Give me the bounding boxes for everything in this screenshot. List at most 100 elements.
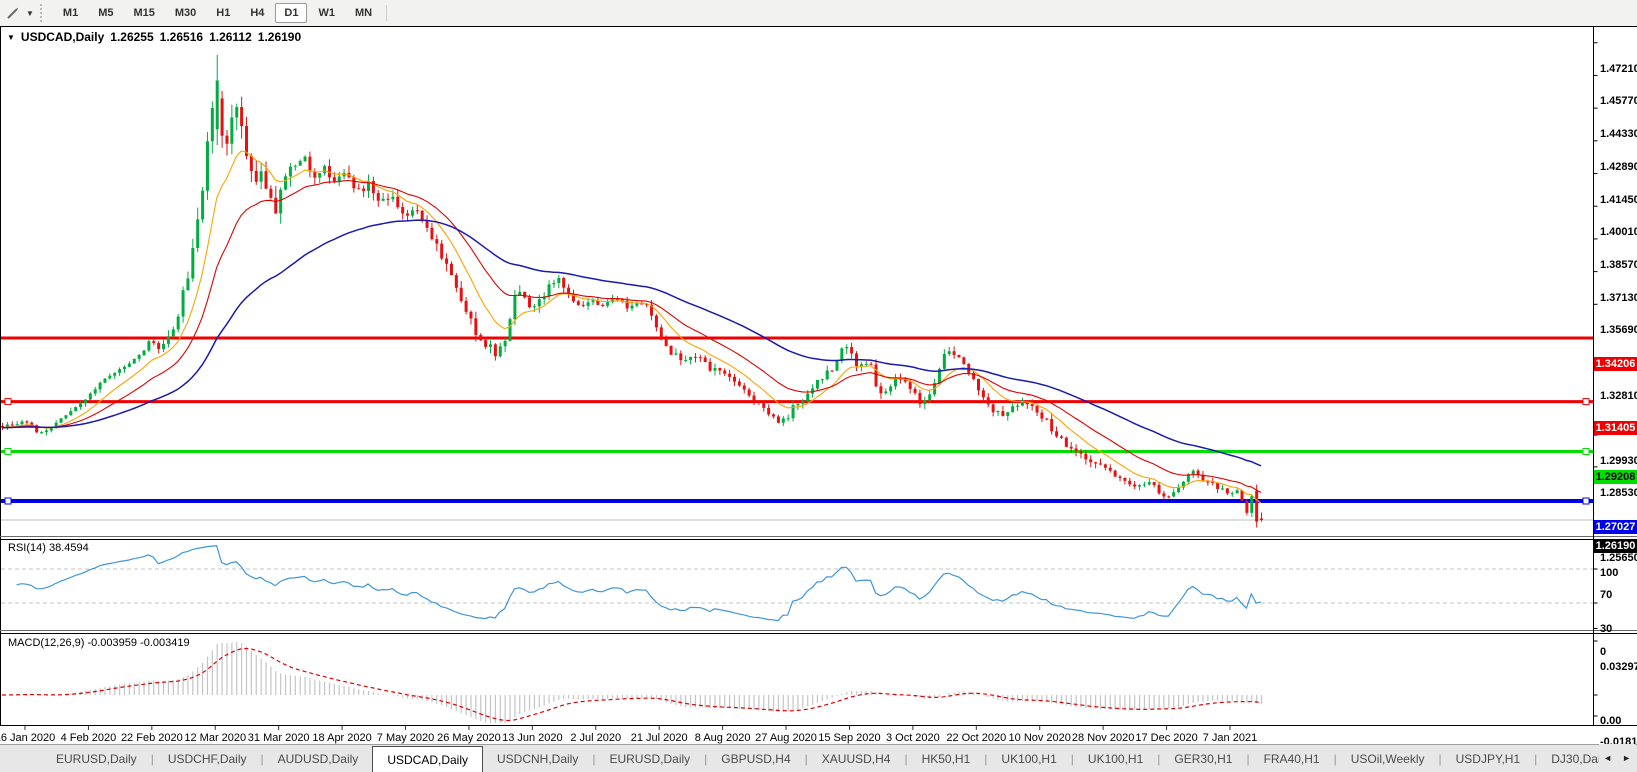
chart-tab-XAUUSD-H4[interactable]: XAUUSD,H4 [808,745,905,772]
line-handle[interactable] [5,399,11,405]
price-tick-label: 1.38570 [1600,258,1637,272]
chart-window: ▼ USDCAD,Daily 1.26255 1.26516 1.26112 1… [0,26,1637,744]
line-handle[interactable] [1583,448,1589,454]
tab-scroll-right-icon[interactable]: ► [1622,753,1631,763]
chart-tab-FRA40-H1[interactable]: FRA40,H1 [1250,745,1334,772]
chart-canvas[interactable] [0,26,1637,744]
chart-tab-GER30-H1[interactable]: GER30,H1 [1160,745,1246,772]
line-tool-dropdown-icon[interactable]: ▼ [26,9,34,18]
timeframe-button-H1[interactable]: H1 [207,3,239,23]
line-tool-icon[interactable] [0,2,26,24]
date-label: 7 May 2020 [377,732,434,744]
price-tick-label: 1.35690 [1600,323,1637,337]
line-handle[interactable] [1583,399,1589,405]
date-label: 17 Dec 2020 [1135,732,1197,744]
line-handle[interactable] [1583,498,1589,504]
chart-tab-USOil-Weekly[interactable]: USOil,Weekly [1337,745,1439,772]
macd-tick-label: 0.00 [1600,714,1637,728]
price-tick-label: 1.29930 [1600,454,1637,468]
timeframe-button-M1[interactable]: M1 [54,3,87,23]
price-tick-label: 1.41450 [1600,193,1637,207]
toolbar-separator [386,5,387,21]
date-label: 27 Aug 2020 [755,732,817,744]
price-tick-label: 1.47210 [1600,62,1637,76]
date-label: 10 Nov 2020 [1009,732,1071,744]
date-label: 22 Feb 2020 [121,732,183,744]
chart-tab-EURUSD-Daily[interactable]: EURUSD,Daily [42,745,151,772]
chart-tab-HK50-H1[interactable]: HK50,H1 [908,745,985,772]
chart-tab-bar: EURUSD,Daily|USDCHF,Daily|AUDUSD,DailyUS… [0,744,1637,772]
price-tick-label: 1.45770 [1600,94,1637,108]
date-label: 7 Jan 2021 [1203,732,1257,744]
chart-tab-EURUSD-Daily[interactable]: EURUSD,Daily [595,745,704,772]
chart-title: ▼ USDCAD,Daily 1.26255 1.26516 1.26112 1… [7,30,301,44]
timeframe-button-M30[interactable]: M30 [166,3,205,23]
timeframe-button-M5[interactable]: M5 [89,3,122,23]
date-label: 8 Aug 2020 [695,732,751,744]
current-price-badge: 1.26190 [1594,539,1637,553]
rsi-tick-label: 100 [1600,566,1637,580]
chart-symbol-label: USDCAD,Daily [21,30,104,44]
line-handle[interactable] [5,498,11,504]
timeframe-toolbar: ▼ M1M5M15M30H1H4D1W1MN [0,0,1637,26]
line-handle[interactable] [5,448,11,454]
timeframe-button-D1[interactable]: D1 [275,3,307,23]
timeframe-buttons: M1M5M15M30H1H4D1W1MN [53,3,382,23]
price-tick-label: 1.28530 [1600,486,1637,500]
chart-tab-AUDUSD-Daily[interactable]: AUDUSD,Daily [264,745,373,772]
tab-scroll-left-icon[interactable]: ◄ [1603,753,1612,763]
mt4-terminal: ▼ M1M5M15M30H1H4D1W1MN ▼ USDCAD,Daily 1.… [0,0,1637,772]
price-tick-label: 1.32810 [1600,389,1637,403]
date-label: 26 May 2020 [437,732,501,744]
chart-tab-USDCAD-Daily[interactable]: USDCAD,Daily [372,746,483,772]
candlesticks [1,55,1263,528]
rsi-tick-label: 0 [1600,645,1637,659]
chart-tab-USDJPY-H1[interactable]: USDJPY,H1 [1442,745,1534,772]
date-label: 15 Sep 2020 [818,732,880,744]
ohlc-close: 1.26190 [258,30,301,44]
macd-label: MACD(12,26,9) -0.003959 -0.003419 [8,637,190,649]
rsi-line [17,546,1261,621]
macd-histogram [3,642,1262,723]
ohlc-high: 1.26516 [160,30,203,44]
rsi-tick-label: 30 [1600,622,1637,636]
toolbar-grip [40,4,47,22]
macd-signal-line [2,649,1261,721]
chart-tab-UK100-H1[interactable]: UK100,H1 [987,745,1070,772]
timeframe-button-H4[interactable]: H4 [241,3,273,23]
chart-tab-UK100-H1[interactable]: UK100,H1 [1074,745,1157,772]
date-label: 3 Oct 2020 [886,732,940,744]
rsi-label: RSI(14) 38.4594 [8,542,89,554]
date-label: 13 Jun 2020 [502,732,563,744]
price-tick-label: 1.42890 [1600,160,1637,174]
timeframe-button-W1[interactable]: W1 [309,3,344,23]
chart-tab-USDCHF-Daily[interactable]: USDCHF,Daily [154,745,261,772]
date-label: 2 Jul 2020 [570,732,621,744]
date-label: 22 Oct 2020 [946,732,1006,744]
collapse-arrow-icon[interactable]: ▼ [7,33,15,42]
date-label: 4 Feb 2020 [61,732,117,744]
date-label: 28 Nov 2020 [1072,732,1134,744]
price-tick-label: 1.25650 [1600,551,1637,565]
tab-scroll-buttons: ◄ ► [1599,744,1635,772]
chart-tab-USDCNH-Daily[interactable]: USDCNH,Daily [483,745,592,772]
date-label: 31 Mar 2020 [248,732,310,744]
timeframe-button-MN[interactable]: MN [346,3,381,23]
timeframe-button-M15[interactable]: M15 [124,3,163,23]
date-label: 12 Mar 2020 [184,732,246,744]
date-label: 21 Jul 2020 [631,732,688,744]
rsi-tick-label: 70 [1600,588,1637,602]
horizontal-lines[interactable] [1,338,1593,501]
date-label: 18 Apr 2020 [312,732,371,744]
hline-price-badge: 1.27027 [1594,520,1637,534]
ohlc-low: 1.26112 [209,30,252,44]
hline-price-badge: 1.34206 [1594,357,1637,371]
date-label: 16 Jan 2020 [0,732,55,744]
ohlc-open: 1.26255 [110,30,153,44]
price-tick-label: 1.44330 [1600,127,1637,141]
hline-price-badge: 1.31405 [1594,421,1637,435]
chart-tab-GBPUSD-H4[interactable]: GBPUSD,H4 [707,745,804,772]
macd-tick-label: 0.032972 [1600,660,1637,674]
hline-price-badge: 1.29208 [1594,470,1637,484]
price-tick-label: 1.37130 [1600,291,1637,305]
